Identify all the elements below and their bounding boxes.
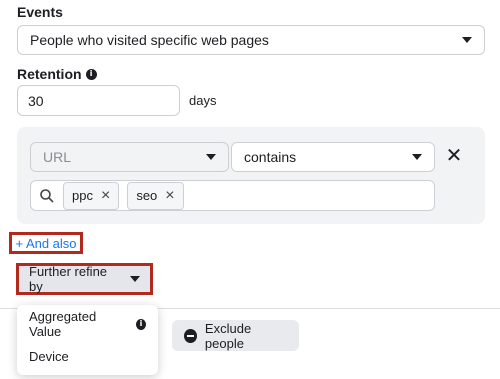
retention-label: Retention	[17, 66, 82, 82]
exclude-people-label: Exclude people	[204, 320, 252, 351]
search-icon	[40, 188, 54, 203]
info-icon[interactable]: ⅰ	[85, 68, 97, 80]
menu-item-label: Aggregated Value	[29, 309, 97, 339]
events-dropdown[interactable]: People who visited specific web pages	[17, 25, 485, 55]
retention-input[interactable]: 30	[17, 85, 180, 116]
operator-dropdown[interactable]: contains	[231, 142, 435, 172]
remove-chip-close-icon[interactable]: ×	[101, 187, 110, 204]
events-label: Events	[17, 4, 63, 20]
remove-chip-close-icon[interactable]: ×	[165, 187, 174, 204]
remove-rule-close-icon[interactable]: ✕	[445, 146, 463, 166]
chevron-down-icon	[412, 154, 422, 160]
events-dropdown-value: People who visited specific web pages	[30, 32, 269, 48]
exclude-people-button[interactable]: Exclude people	[172, 320, 299, 351]
keyword-chip: seo ×	[127, 181, 184, 210]
keyword-chip-label: ppc	[72, 188, 93, 203]
chevron-down-icon	[130, 276, 140, 282]
chevron-down-icon	[462, 37, 472, 43]
refine-menu: Aggregated Value ⅰ Device	[17, 305, 158, 375]
minus-circle-icon	[184, 328, 197, 343]
and-also-link[interactable]: + And also	[9, 232, 83, 254]
keyword-input[interactable]: ppc × seo ×	[30, 180, 435, 211]
further-refine-button[interactable]: Further refine by	[16, 263, 153, 295]
keyword-chip: ppc ×	[63, 181, 120, 210]
chevron-down-icon	[206, 154, 216, 160]
operator-value: contains	[244, 149, 297, 165]
menu-item-aggregated-value[interactable]: Aggregated Value ⅰ	[17, 308, 158, 340]
info-icon[interactable]: ⅰ	[135, 318, 146, 330]
further-refine-label: Further refine by	[29, 264, 108, 294]
retention-label-row: Retention ⅰ	[17, 66, 97, 82]
menu-item-device[interactable]: Device	[17, 340, 158, 372]
url-field-value: URL	[43, 149, 72, 165]
url-field-dropdown[interactable]: URL	[30, 142, 229, 172]
menu-item-label: Device	[29, 348, 69, 364]
retention-unit: days	[189, 93, 217, 108]
keyword-chip-label: seo	[136, 188, 158, 203]
